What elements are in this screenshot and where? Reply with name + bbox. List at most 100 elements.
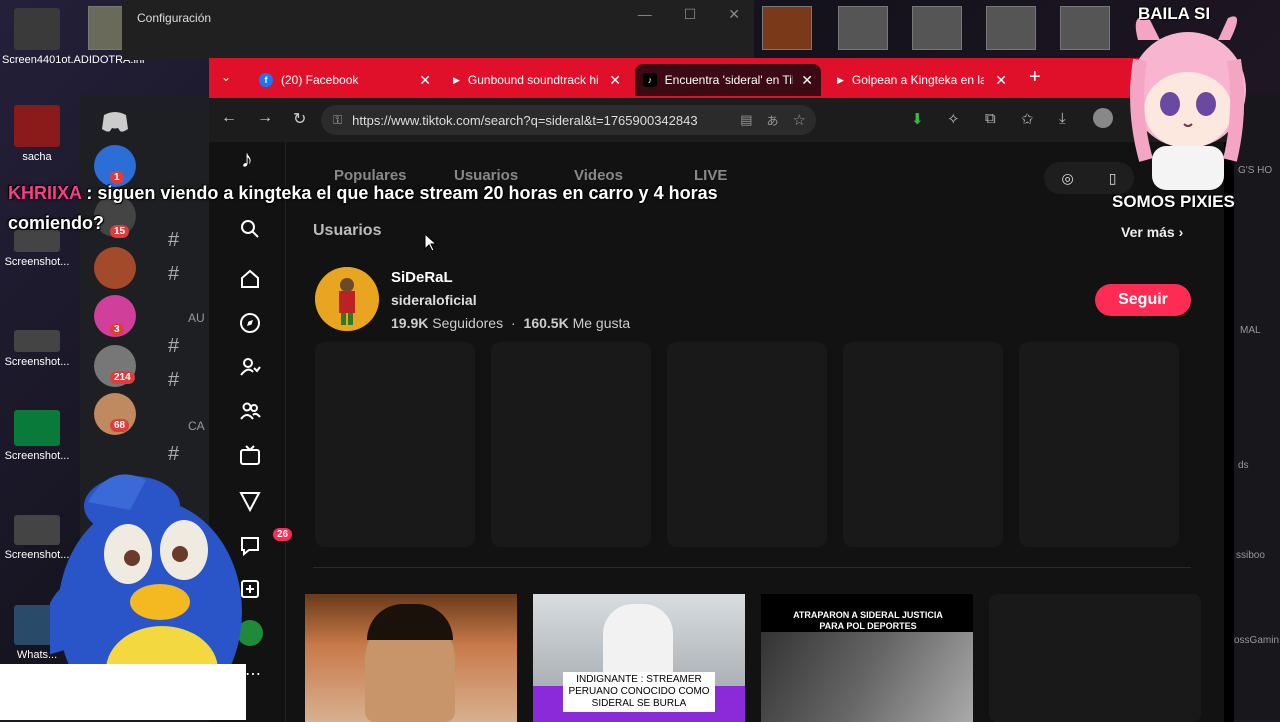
tab-title: Golpean a Kingteka en la [851,73,984,87]
favorite-star-icon[interactable]: ☆ [793,111,806,129]
browser-window: ⌄ f (20) Facebook ✕ ▶ Gunbound soundtrac… [209,58,1234,722]
video-thumbnail[interactable] [305,594,517,722]
tiktok-logo-icon[interactable]: ♪ [241,146,253,174]
overlay-top-text: BAILA SI [1138,4,1211,23]
notification-badge: 214 [110,371,135,384]
video-placeholder[interactable] [315,342,475,547]
desktop-icon-label: Screenshot... [4,256,70,268]
desktop-icon[interactable]: Screen4401ot.ADIDOTRA.ini [2,8,144,66]
video-placeholder[interactable] [491,342,651,547]
tab-bar: ⌄ f (20) Facebook ✕ ▶ Gunbound soundtrac… [209,60,1234,98]
chat-separator: : [81,183,98,203]
white-overlay-box [0,664,246,720]
close-button[interactable]: ✕ [728,6,740,23]
tab-facebook[interactable]: f (20) Facebook ✕ [251,64,439,96]
favorites-icon[interactable]: ✩ [1021,110,1034,128]
panel-label: ds [1238,460,1249,471]
user-handle[interactable]: sideraloficial [391,292,477,308]
server-icon[interactable] [94,247,136,289]
channel-hash-icon[interactable]: # [168,335,179,358]
section-divider [313,567,1191,568]
facebook-icon: f [259,73,273,87]
tab-youtube[interactable]: ▶ Golpean a Kingteka en la ✕ [829,64,1015,96]
close-tab-icon[interactable]: ✕ [995,72,1007,89]
chevron-right-icon: › [1178,224,1184,240]
download-arrow-icon[interactable]: ⬇ [911,110,924,128]
panel-label: ossGamin [1234,635,1280,646]
followers-label: Seguidores [432,315,504,331]
category-label: AU [188,311,205,325]
video-caption: ATRAPARON A SIDERAL JUSTICIA PARA POL DE… [793,610,943,631]
follow-button[interactable]: Seguir [1095,284,1191,316]
split-screen-icon[interactable]: ⧉ [985,110,996,127]
user-stats: 19.9K Seguidores · 160.5K Me gusta [391,315,631,331]
close-tab-icon[interactable]: ✕ [609,72,621,89]
anime-girl-image [1130,16,1246,190]
site-info-icon[interactable]: ⚿ [333,113,342,128]
see-more-label: Ver más [1121,224,1175,240]
back-icon[interactable]: ← [221,109,237,127]
likes-count: 160.5K [523,315,569,331]
mouse-cursor-icon [424,233,438,252]
user-avatar[interactable] [315,267,379,331]
minimize-button[interactable]: — [638,6,652,23]
category-label: CA [188,419,205,433]
notification-badge: 3 [110,323,124,336]
forward-icon[interactable]: → [257,109,273,127]
desktop-icon[interactable]: Screenshot... [2,330,72,368]
tiktok-icon: ♪ [643,73,657,87]
tab-tiktok-search[interactable]: ♪ Encuentra 'sideral' en Tik ✕ [635,64,821,96]
video-thumbnail[interactable]: ATRAPARON A SIDERAL JUSTICIA PARA POL DE… [761,594,973,722]
overlay-bottom-text: SOMOS PIXIES [1112,192,1235,211]
downloads-icon[interactable]: ⤓ [1059,110,1066,127]
chat-username: KHRIIXA [8,183,82,203]
likes-label: Me gusta [572,315,631,331]
discord-logo-icon[interactable] [94,101,136,143]
explore-compass-icon[interactable] [237,310,263,336]
window-thumbnail[interactable] [912,6,962,50]
panel-label: ssiboo [1236,550,1265,561]
video-placeholder[interactable] [667,342,827,547]
tab-youtube[interactable]: ▶ Gunbound soundtrack hi ✕ [445,64,629,96]
video-placeholder[interactable] [843,342,1003,547]
window-thumbnail[interactable] [986,6,1036,50]
panel-label: MAL [1240,325,1261,336]
translate-icon[interactable]: あ [767,112,779,129]
hair-image [367,604,453,640]
video-scene-image [761,632,973,722]
tab-list-dropdown-icon[interactable]: ⌄ [221,70,231,84]
video-caption: INDIGNANTE : STREAMER PERUANO CONOCIDO C… [563,672,715,712]
settings-window: Configuración — ☐ ✕ [122,0,754,60]
window-thumbnail[interactable] [838,6,888,50]
video-placeholder[interactable] [1019,342,1179,547]
friends-icon[interactable] [237,398,263,424]
following-icon[interactable] [237,354,263,380]
new-tab-button[interactable]: + [1029,66,1041,89]
home-icon[interactable] [237,266,263,292]
maximize-button[interactable]: ☐ [684,6,697,23]
channel-hash-icon[interactable]: # [168,369,179,392]
window-thumbnail[interactable] [1060,6,1110,50]
reload-icon[interactable]: ↻ [293,109,306,129]
window-thumbnail[interactable] [762,6,812,50]
file-icon [14,330,60,352]
navigation-bar: ← → ↻ ⚿ https://www.tiktok.com/search?q=… [209,98,1234,142]
close-tab-icon[interactable]: ✕ [801,72,813,89]
anime-girl-overlay: BAILA SI SOMOS PIXIES [1110,0,1280,215]
user-name[interactable]: SiDeRaL [391,269,453,286]
coin-icon[interactable]: ◎ [1062,170,1074,187]
channel-hash-icon[interactable]: # [168,263,179,286]
desktop-icon[interactable]: sacha [2,105,72,163]
video-thumbnail[interactable]: INDIGNANTE : STREAMER PERUANO CONOCIDO C… [533,594,745,722]
chat-overlay: KHRIIXA : siguen viendo a kingteka el qu… [8,178,748,238]
notification-badge: 68 [110,419,130,432]
see-more-link[interactable]: Ver más › [1121,224,1183,240]
close-tab-icon[interactable]: ✕ [419,72,431,89]
address-bar[interactable]: ⚿ https://www.tiktok.com/search?q=sidera… [321,105,816,135]
chat-message: siguen viendo a kingteka el que hace str… [8,183,718,233]
followers-count: 19.9K [391,315,429,331]
extensions-icon[interactable]: ✧ [947,110,960,128]
desktop-icon[interactable]: Screenshot... [2,410,72,462]
video-placeholder[interactable] [989,594,1201,722]
reader-icon[interactable]: ▤ [740,112,752,128]
